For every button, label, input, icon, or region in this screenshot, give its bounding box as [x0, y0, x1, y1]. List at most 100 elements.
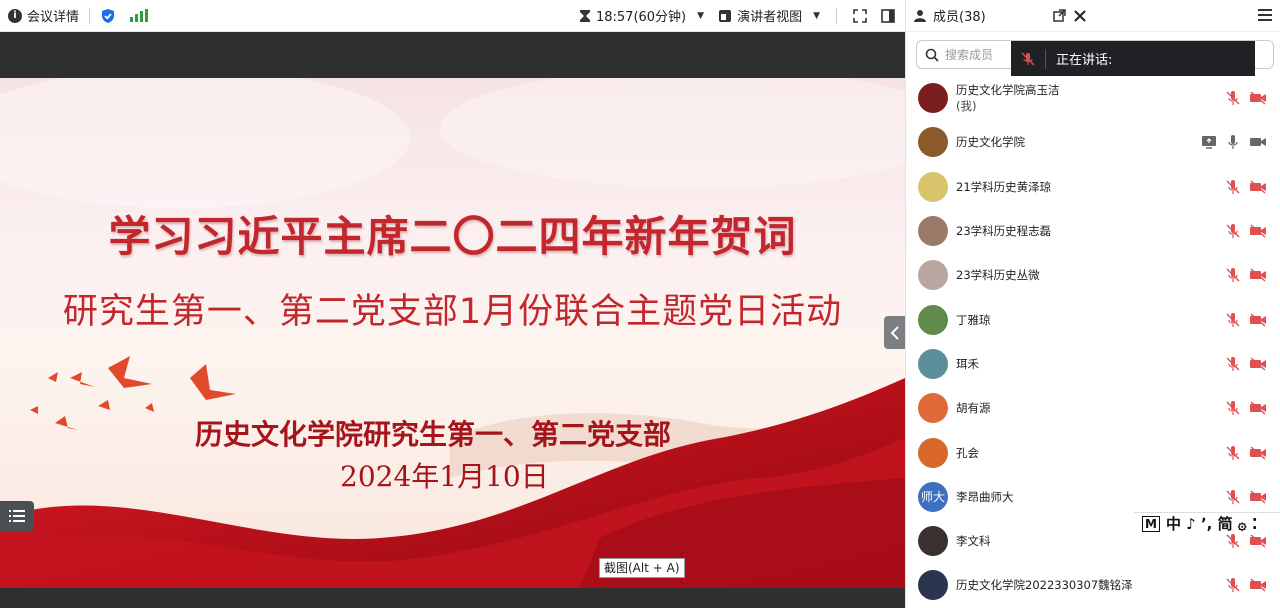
member-name-block: 23学科历史程志磊 — [956, 223, 1051, 239]
member-controls — [1226, 179, 1267, 195]
member-row[interactable]: 历史文化学院2022330307魏铭泽 — [906, 563, 1280, 607]
member-name: 李昂曲师大 — [956, 489, 1014, 504]
mic-muted-icon[interactable] — [1226, 400, 1240, 416]
member-name: 胡有源 — [956, 401, 991, 416]
camera-icon[interactable] — [1249, 135, 1267, 149]
member-name-block: 珥禾 — [956, 356, 979, 372]
member-name-block: 李文科 — [956, 533, 991, 549]
close-icon[interactable] — [1074, 9, 1086, 22]
camera-off-icon[interactable] — [1249, 445, 1267, 460]
member-avatar — [918, 260, 948, 291]
camera-off-icon[interactable] — [1249, 224, 1267, 238]
member-row[interactable]: 丁雅琼 — [906, 297, 1280, 341]
camera-off-icon[interactable] — [1249, 357, 1267, 371]
shared-screen-stage: 学习习近平主席二〇二四年新年贺词 研究生第一、第二党支部1月份联合主题党日活动 … — [0, 32, 905, 608]
camera-off-icon[interactable] — [1249, 91, 1267, 105]
camera-off-icon[interactable] — [1249, 268, 1267, 282]
member-row[interactable]: 历史文化学院 — [906, 120, 1280, 164]
camera-off-icon[interactable] — [1249, 313, 1267, 327]
view-mode-dropdown[interactable]: 演讲者视图 ▼ — [718, 6, 820, 25]
collapse-panel-handle[interactable] — [884, 316, 905, 349]
member-row[interactable]: 珥禾 — [906, 342, 1280, 386]
member-name: 孔会 — [956, 445, 979, 460]
camera-off-icon[interactable] — [1249, 534, 1267, 548]
member-row[interactable]: 21学科历史黄泽琼 — [906, 165, 1280, 209]
slide-organizer: 历史文化学院研究生第一、第二党支部 — [195, 418, 672, 451]
member-row[interactable]: 胡有源 — [906, 386, 1280, 430]
slide-title: 学习习近平主席二〇二四年新年贺词 — [108, 212, 797, 261]
member-avatar — [918, 570, 948, 601]
speaking-indicator: 正在讲话: — [1011, 41, 1255, 76]
member-avatar — [918, 304, 948, 335]
member-row[interactable]: 23学科历史程志磊 — [906, 209, 1280, 253]
member-controls — [1226, 90, 1267, 106]
mic-muted-icon[interactable] — [1226, 489, 1240, 505]
mic-muted-icon[interactable] — [1226, 90, 1240, 106]
input-method-toolbar[interactable]: M 中 ♪ ʼ, 简 ۞ ⁚ — [1134, 512, 1280, 534]
member-name-block: 历史文化学院高玉洁 (我) — [956, 82, 1060, 114]
member-row[interactable]: 孔会 — [906, 430, 1280, 474]
mic-muted-icon[interactable] — [1226, 179, 1240, 195]
mic-muted-icon[interactable] — [1226, 312, 1240, 328]
member-name-block: 孔会 — [956, 445, 979, 461]
member-row[interactable]: 23学科历史丛微 — [906, 253, 1280, 297]
camera-off-icon[interactable] — [1249, 490, 1267, 504]
member-controls — [1226, 533, 1267, 549]
meeting-details-button[interactable]: i 会议详情 — [8, 6, 79, 25]
member-controls — [1226, 267, 1267, 283]
member-avatar — [918, 83, 948, 114]
network-signal-icon[interactable] — [130, 9, 149, 22]
member-avatar — [918, 171, 948, 202]
member-avatar — [918, 393, 948, 424]
member-name-block: 23学科历史丛微 — [956, 267, 1040, 283]
screen-share-icon[interactable] — [1201, 135, 1217, 150]
meeting-timer[interactable]: 18:57(60分钟) ▼ — [579, 6, 704, 25]
member-controls — [1226, 356, 1267, 372]
member-avatar — [918, 526, 948, 557]
member-name: 历史文化学院 — [956, 135, 1025, 150]
popout-icon[interactable] — [1053, 9, 1066, 22]
member-name-block: 胡有源 — [956, 400, 991, 416]
member-row[interactable]: 历史文化学院高玉洁 (我) — [906, 76, 1280, 120]
member-avatar — [918, 348, 948, 379]
member-name-block: 李昂曲师大 — [956, 489, 1014, 505]
member-name: 23学科历史丛微 — [956, 268, 1040, 283]
chevron-down-icon: ▼ — [697, 10, 705, 21]
mic-muted-icon[interactable] — [1226, 223, 1240, 239]
security-shield-icon[interactable] — [100, 8, 116, 24]
mic-muted-icon[interactable] — [1226, 533, 1240, 549]
mic-muted-icon[interactable] — [1226, 445, 1240, 461]
member-avatar — [918, 127, 948, 158]
mic-icon[interactable] — [1226, 134, 1240, 150]
toolbar-divider — [836, 7, 837, 24]
mic-muted-icon[interactable] — [1226, 267, 1240, 283]
timer-value: 18:57(60分钟) — [595, 10, 687, 25]
member-name: 珥禾 — [956, 356, 979, 371]
member-avatar — [918, 437, 948, 468]
speaker-view-icon — [719, 9, 732, 22]
camera-off-icon[interactable] — [1249, 401, 1267, 415]
speaking-divider — [1045, 48, 1046, 69]
meeting-details-label: 会议详情 — [27, 10, 80, 25]
info-icon: i — [8, 8, 22, 23]
member-name: 李文科 — [956, 534, 991, 549]
member-controls — [1201, 134, 1267, 150]
member-name: 23学科历史程志磊 — [956, 224, 1052, 239]
mic-muted-icon[interactable] — [1226, 577, 1240, 593]
members-count-title: 成员(38) — [933, 10, 986, 25]
menu-icon[interactable] — [1258, 9, 1272, 21]
slide-list-toggle[interactable] — [0, 501, 34, 531]
camera-off-icon[interactable] — [1249, 180, 1267, 194]
member-name: 21学科历史黄泽琼 — [956, 179, 1052, 194]
member-avatar: 师大 — [918, 481, 948, 512]
member-controls — [1226, 400, 1267, 416]
screenshot-tooltip: 截图(Alt + A) — [599, 558, 685, 578]
mic-muted-icon[interactable] — [1226, 356, 1240, 372]
camera-off-icon[interactable] — [1249, 578, 1267, 592]
ime-mode[interactable]: M — [1142, 515, 1160, 532]
view-mode-label: 演讲者视图 — [737, 10, 803, 25]
fullscreen-icon[interactable] — [853, 8, 867, 23]
ime-status[interactable]: 中 ♪ ʼ, 简 ۞ ⁚ — [1166, 513, 1258, 534]
layout-sidebar-icon[interactable] — [881, 8, 895, 23]
slide-subtitle: 研究生第一、第二党支部1月份联合主题党日活动 — [62, 292, 843, 332]
